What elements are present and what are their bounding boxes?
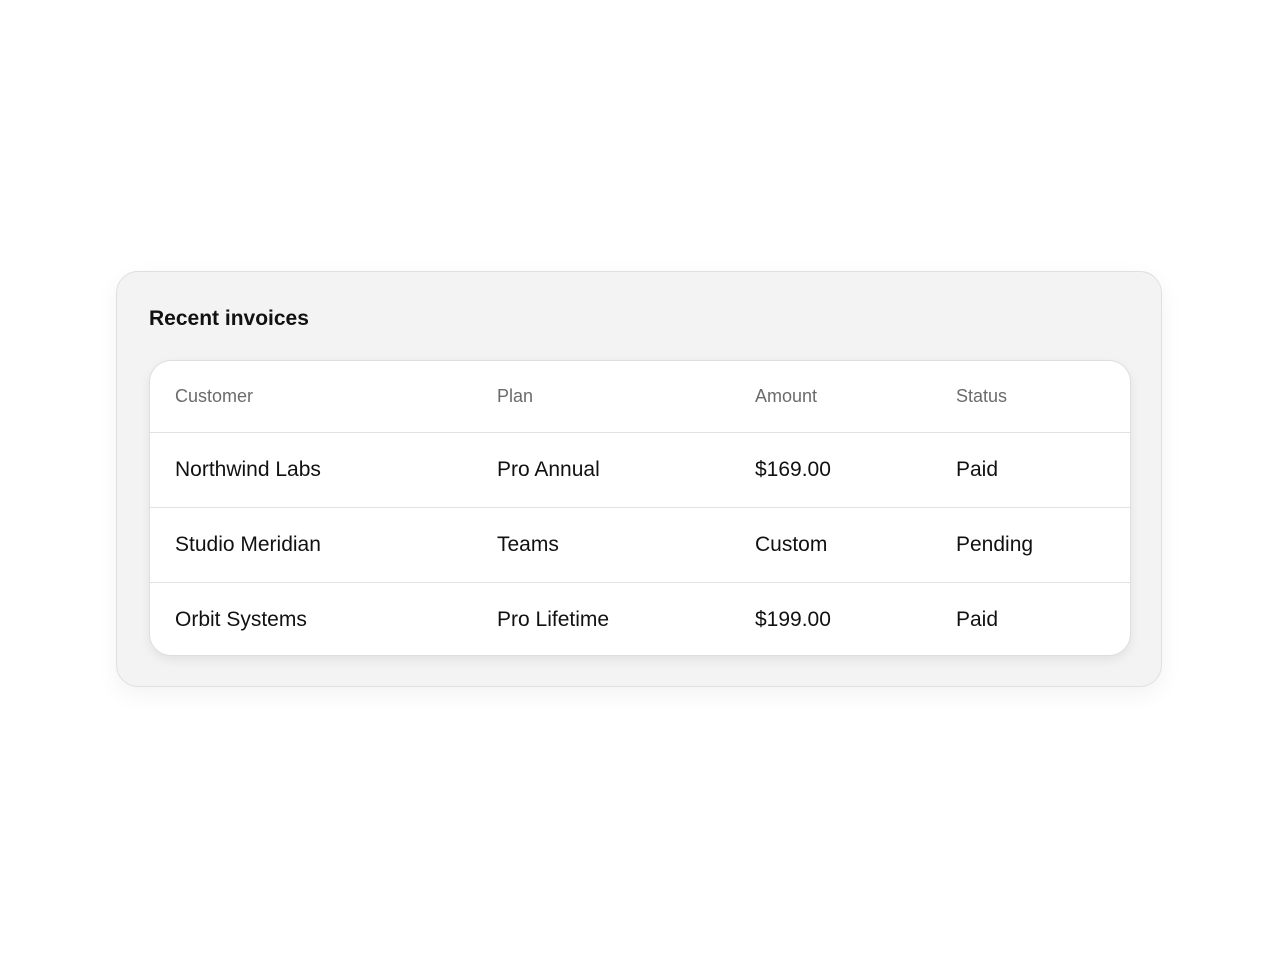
customer-cell: Orbit Systems: [175, 608, 307, 631]
status-cell: Paid: [956, 608, 999, 631]
column-header-status: Status: [956, 386, 1008, 406]
amount-cell: $169.00: [755, 458, 831, 481]
customer-cell: Studio Meridian: [175, 533, 321, 556]
amount-cell: Custom: [755, 533, 828, 556]
amount-cell: $199.00: [755, 608, 831, 631]
column-header-amount: Amount: [755, 386, 818, 406]
status-cell: Pending: [956, 533, 1034, 556]
plan-cell: Teams: [497, 533, 559, 556]
card-title: Recent invoices: [149, 307, 309, 330]
table-row: Northwind Labs Pro Annual $169.00 Paid: [150, 432, 1130, 507]
column-header-plan: Plan: [497, 386, 534, 406]
invoices-card: Recent invoices Customer Plan Amount Sta…: [116, 271, 1162, 687]
column-header-customer: Customer: [175, 386, 254, 406]
customer-cell: Northwind Labs: [175, 458, 321, 481]
table-header-row: Customer Plan Amount Status: [150, 361, 1130, 432]
status-cell: Paid: [956, 458, 999, 481]
plan-cell: Pro Annual: [497, 458, 600, 481]
table-row: Orbit Systems Pro Lifetime $199.00 Paid: [150, 582, 1130, 655]
table-row: Studio Meridian Teams Custom Pending: [150, 507, 1130, 582]
plan-cell: Pro Lifetime: [497, 608, 610, 631]
invoices-table: Customer Plan Amount Status Northwind La…: [149, 360, 1131, 656]
